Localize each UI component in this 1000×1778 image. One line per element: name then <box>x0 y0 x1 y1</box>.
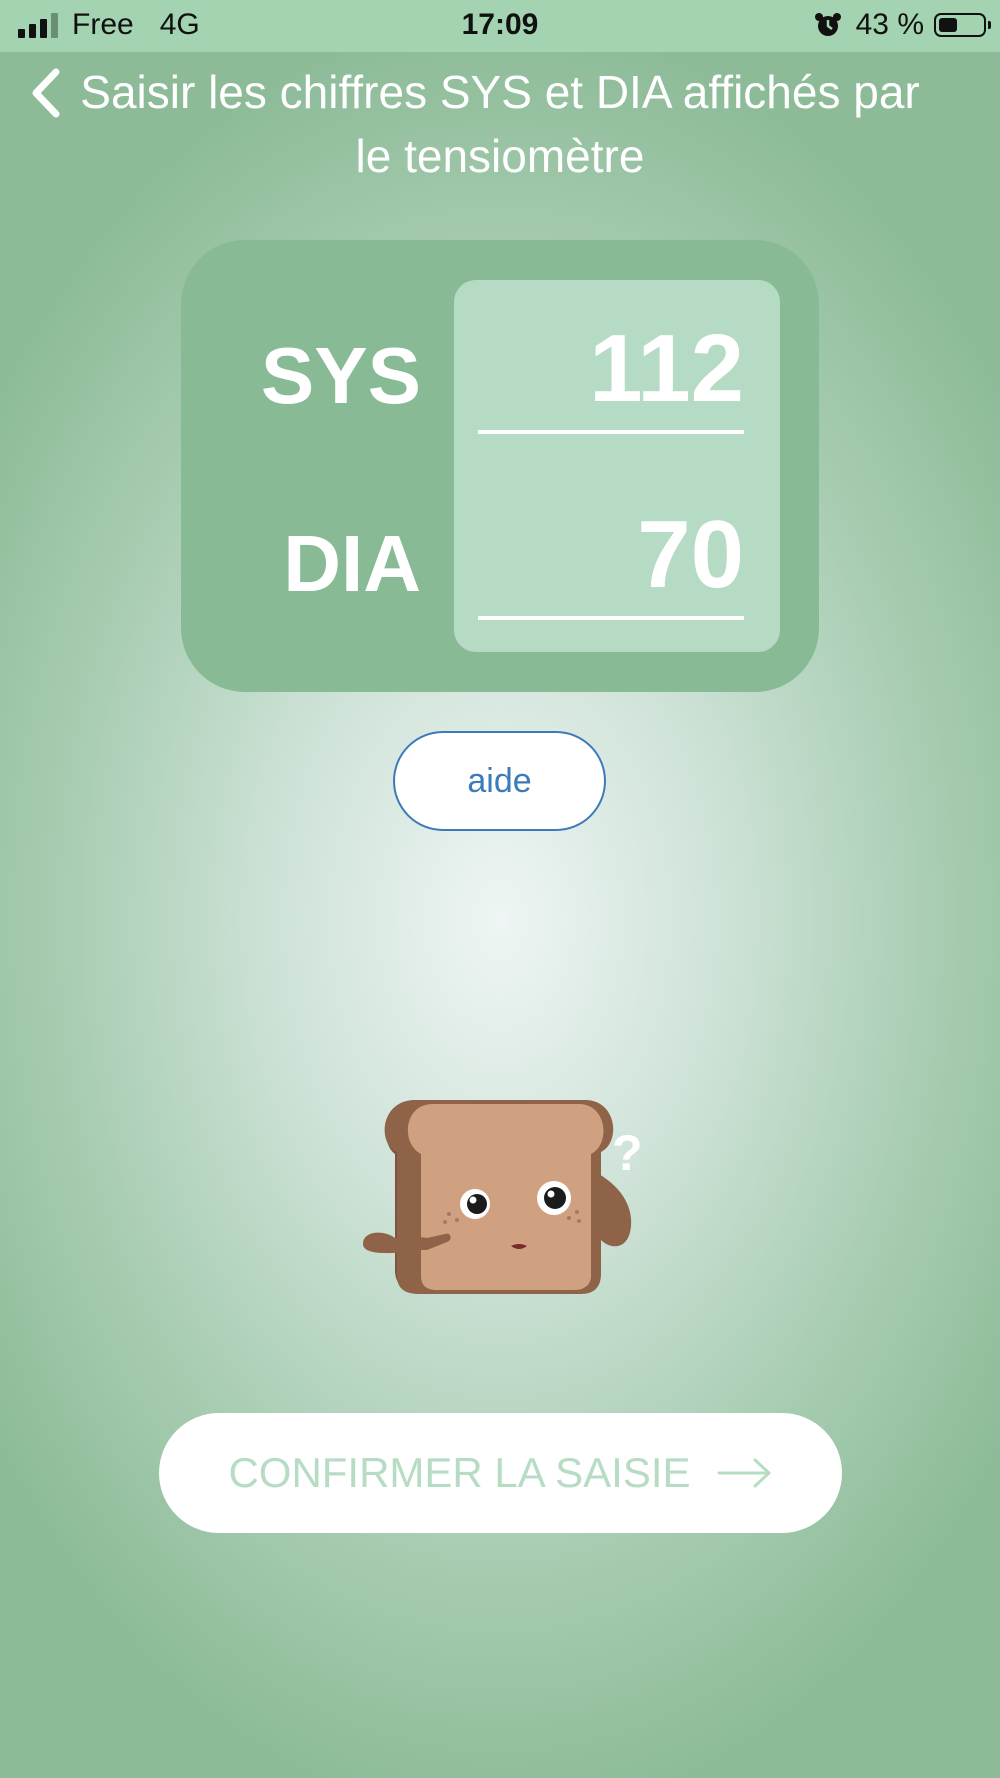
blood-pressure-card: SYS DIA 112 70 <box>181 240 819 692</box>
help-button[interactable]: aide <box>393 731 606 831</box>
page-title: Saisir les chiffres SYS et DIA affichés … <box>80 66 920 182</box>
confused-toast-mascot: ? ? <box>363 1080 643 1294</box>
confirm-button[interactable]: CONFIRMER LA SAISIE <box>159 1413 842 1533</box>
sys-label: SYS <box>260 331 421 420</box>
svg-text:?: ? <box>607 1080 620 1081</box>
battery-icon <box>934 13 991 37</box>
arrow-right-icon <box>717 1458 771 1488</box>
question-mark-icon: ? <box>612 1125 643 1181</box>
battery-percentage: 43 % <box>855 8 924 41</box>
dia-label: DIA <box>283 519 421 608</box>
dia-input[interactable]: 70 <box>478 500 744 620</box>
status-bar: Free 4G 17:09 43 % <box>0 0 1000 52</box>
help-button-label: aide <box>467 761 532 800</box>
sys-input[interactable]: 112 <box>478 314 744 434</box>
inputs-panel: 112 70 <box>454 280 780 652</box>
confirm-button-label: CONFIRMER LA SAISIE <box>228 1449 691 1496</box>
alarm-icon <box>814 13 841 36</box>
